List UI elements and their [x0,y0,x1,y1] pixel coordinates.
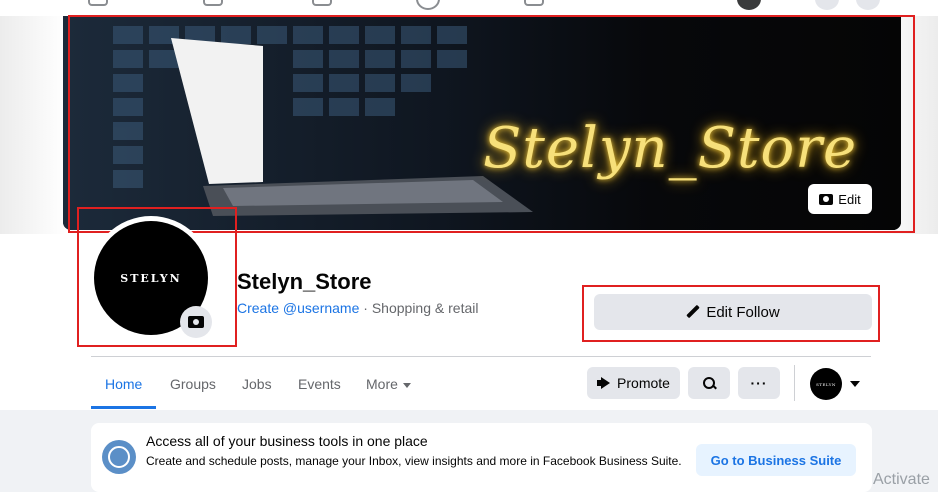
subtitle-separator: · [359,300,372,316]
home-icon[interactable] [88,0,108,6]
chevron-down-icon[interactable] [850,381,860,387]
mini-avatar-text: STELYN [816,381,836,387]
menu-icon[interactable] [815,0,839,10]
messenger-icon[interactable] [856,0,880,10]
promote-button[interactable]: Promote [587,367,680,399]
tab-more[interactable]: More [366,376,411,392]
search-icon [702,376,716,390]
marketplace-icon[interactable] [312,0,332,6]
groups-icon[interactable] [416,0,440,10]
pages-icon[interactable] [203,0,223,6]
gaming-icon[interactable] [524,0,544,6]
page-title: Stelyn_Store [237,269,372,294]
page-subtitle: Create @username · Shopping & retail [237,300,478,316]
profile-divider [91,356,871,357]
page-category: Shopping & retail [371,300,479,316]
tab-home[interactable]: Home [105,376,142,392]
business-suite-icon [102,440,136,474]
promote-label: Promote [617,375,670,391]
account-avatar[interactable] [737,0,761,10]
more-options-button[interactable]: ··· [738,367,780,399]
tab-groups[interactable]: Groups [170,376,216,392]
annotation-box-edit-follow [582,285,880,342]
page-switcher-avatar[interactable]: STELYN [810,368,842,400]
tab-jobs[interactable]: Jobs [242,376,272,392]
business-card-title: Access all of your business tools in one… [146,433,428,449]
business-card-body: Create and schedule posts, manage your I… [146,454,682,468]
tab-more-label: More [366,376,398,392]
facebook-page-screen: Stelyn_Store Edit STELYN Stelyn_Store Cr… [0,0,938,492]
toolbar-separator [794,365,795,401]
chevron-down-icon [402,382,411,388]
megaphone-icon [597,377,611,389]
windows-activation-watermark: Activate [873,471,930,488]
annotation-box-avatar [77,207,237,347]
tab-events[interactable]: Events [298,376,341,392]
search-button[interactable] [688,367,730,399]
go-to-business-suite-button[interactable]: Go to Business Suite [696,444,856,476]
top-navigation-bar [0,0,938,10]
annotation-box-cover [68,15,915,233]
create-username-link[interactable]: Create @username [237,300,359,316]
active-tab-indicator [91,406,156,409]
more-dots-icon: ··· [750,375,768,391]
